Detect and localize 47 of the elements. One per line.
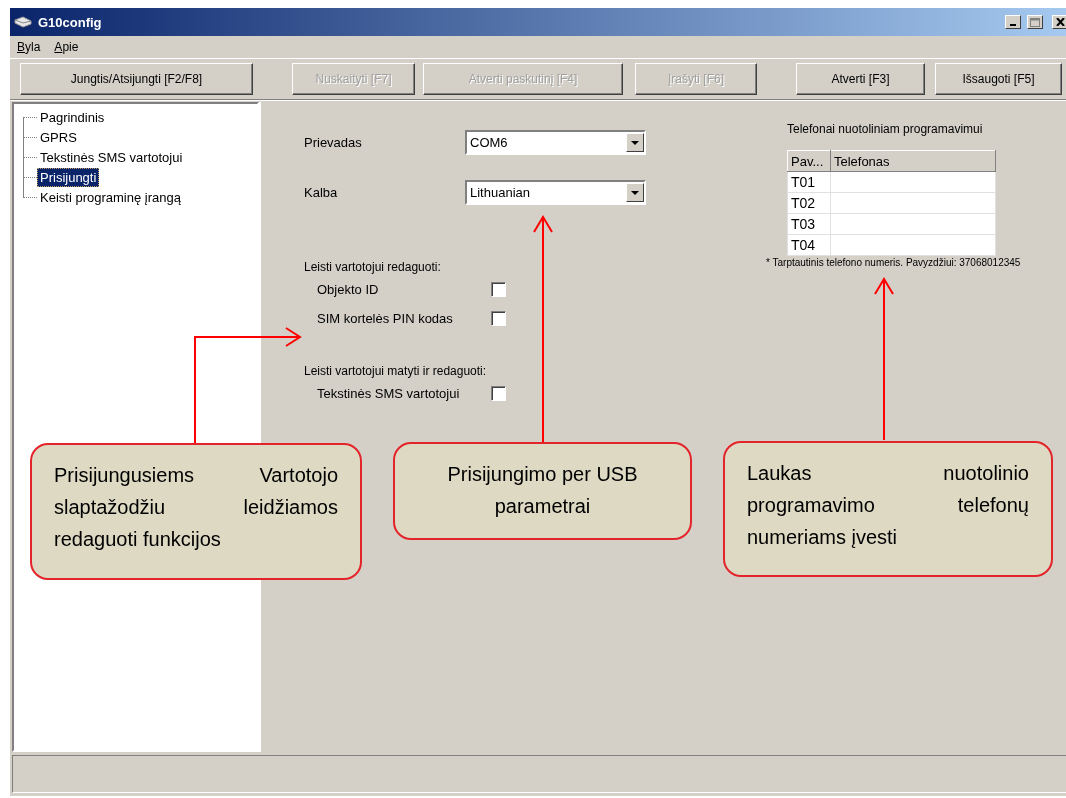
callout: Laukas nuotolinio programavimo telefonų numeriams įvesti xyxy=(723,441,1053,577)
app-icon xyxy=(14,16,32,28)
group-title: Leisti vartotojui matyti ir redaguoti: xyxy=(304,364,488,378)
field-label: Kalba xyxy=(304,185,339,200)
callout: Prisijungimo per USB parametrai xyxy=(393,442,692,540)
hint-text: * Tarptautinis telefono numeris. Pavyzdžiui: 37068012345 xyxy=(766,257,1021,268)
phone-input[interactable] xyxy=(830,171,996,193)
table-cell: T04 xyxy=(787,234,831,256)
phone-input[interactable] xyxy=(830,213,996,235)
tree-item[interactable]: Tekstinės SMS vartotojui xyxy=(37,147,186,167)
table-cell: T03 xyxy=(787,213,831,235)
tree-item[interactable]: GPRS xyxy=(37,127,80,147)
table-cell: T01 xyxy=(787,171,831,193)
phone-input[interactable] xyxy=(830,192,996,214)
toolbar-button[interactable]: Išsaugoti [F5] xyxy=(935,63,1062,95)
close-button[interactable] xyxy=(1052,15,1066,29)
minimize-button[interactable] xyxy=(1005,15,1021,29)
window-title: G10config xyxy=(38,14,102,30)
toolbar-button[interactable]: Atverti [F3] xyxy=(796,63,925,95)
menu-item[interactable]: Byla xyxy=(17,40,41,54)
menu-item[interactable]: Apie xyxy=(54,40,79,54)
checkbox-label: SIM kortelės PIN kodas xyxy=(317,311,454,326)
maximize-button[interactable] xyxy=(1027,15,1043,29)
maximize-icon xyxy=(1030,17,1040,27)
combo-box[interactable]: COM6 xyxy=(465,130,646,155)
checkbox-label: Objekto ID xyxy=(317,282,380,297)
close-icon xyxy=(1055,18,1065,26)
column-header[interactable]: Telefonas xyxy=(830,150,996,172)
callout: Prisijungusiems Vartotojo slaptažodžiu leidžiamos redaguoti funkcijos xyxy=(30,443,362,580)
caret-icon xyxy=(631,140,639,145)
table-cell: T02 xyxy=(787,192,831,214)
tree-item[interactable]: Pagrindinis xyxy=(37,107,108,127)
tree-item[interactable]: Prisijungti xyxy=(37,167,100,187)
checkbox-label: Tekstinės SMS vartotojui xyxy=(317,386,461,401)
field-label: Prievadas xyxy=(304,135,363,150)
checkbox[interactable] xyxy=(491,282,506,297)
tree-item[interactable]: Keisti programinę įrangą xyxy=(37,187,184,207)
column-header[interactable]: Pav... xyxy=(787,150,831,172)
phone-input[interactable] xyxy=(830,234,996,256)
dropdown-button[interactable] xyxy=(626,133,644,152)
toolbar-button[interactable]: Jungtis/Atsijungti [F2/F8] xyxy=(20,63,253,95)
combo-box[interactable]: Lithuanian xyxy=(465,180,646,205)
dropdown-button[interactable] xyxy=(626,183,644,202)
checkbox[interactable] xyxy=(491,386,506,401)
section-title: Telefonai nuotoliniam programavimui xyxy=(787,122,984,136)
caret-icon xyxy=(631,190,639,195)
checkbox[interactable] xyxy=(491,311,506,326)
